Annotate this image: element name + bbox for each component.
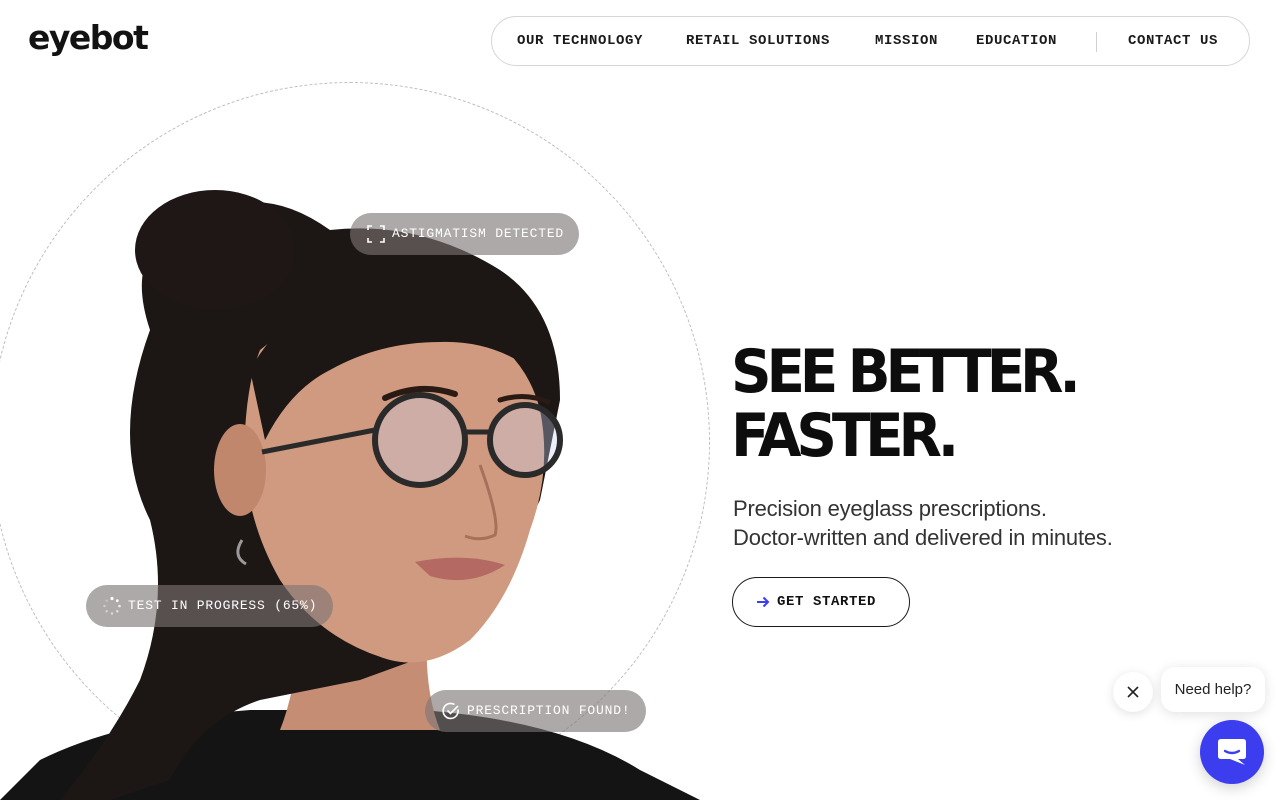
chat-close-button[interactable] bbox=[1113, 672, 1153, 712]
hero-visual: ASTIGMATISM DETECTED TEST IN PROGRESS (6… bbox=[0, 80, 720, 800]
nav-item-our-technology[interactable]: OUR TECHNOLOGY bbox=[517, 17, 643, 65]
hero-subhead: Precision eyeglass prescriptions. Doctor… bbox=[733, 494, 1113, 552]
nav-item-contact-us[interactable]: CONTACT US bbox=[1128, 17, 1218, 65]
nav-item-retail-solutions[interactable]: RETAIL SOLUTIONS bbox=[686, 17, 830, 65]
headline-line-1: SEE BETTER. bbox=[731, 337, 1081, 407]
logo[interactable]: eyebot bbox=[28, 18, 149, 58]
chat-icon bbox=[1218, 739, 1246, 765]
get-started-label: GET STARTED bbox=[777, 594, 877, 610]
check-circle-icon bbox=[442, 702, 459, 720]
badge-prescription-found: PRESCRIPTION FOUND! bbox=[425, 690, 646, 732]
chat-help-bubble[interactable]: Need help? bbox=[1161, 667, 1265, 712]
arrow-right-icon bbox=[757, 596, 770, 608]
badge-test-in-progress: TEST IN PROGRESS (65%) bbox=[86, 585, 333, 627]
scan-frame-icon bbox=[367, 225, 385, 243]
nav-divider bbox=[1096, 32, 1097, 52]
nav-item-mission[interactable]: MISSION bbox=[875, 17, 938, 65]
nav-item-education[interactable]: EDUCATION bbox=[976, 17, 1057, 65]
get-started-button[interactable]: GET STARTED bbox=[732, 577, 910, 627]
badge-label: TEST IN PROGRESS (65%) bbox=[128, 598, 318, 613]
spinner-icon bbox=[103, 596, 121, 615]
hero-headline: SEE BETTER. FASTER. bbox=[731, 337, 1081, 471]
subhead-line-2: Doctor-written and delivered in minutes. bbox=[733, 525, 1113, 550]
page: eyebot OUR TECHNOLOGY RETAIL SOLUTIONS M… bbox=[0, 0, 1280, 800]
chat-launcher-button[interactable] bbox=[1200, 720, 1264, 784]
main-nav: OUR TECHNOLOGY RETAIL SOLUTIONS MISSION … bbox=[491, 16, 1250, 66]
badge-label: ASTIGMATISM DETECTED bbox=[392, 226, 565, 241]
headline-line-2: FASTER. bbox=[731, 401, 959, 471]
subhead-line-1: Precision eyeglass prescriptions. bbox=[733, 496, 1047, 521]
badge-label: PRESCRIPTION FOUND! bbox=[467, 703, 631, 718]
badge-astigmatism-detected: ASTIGMATISM DETECTED bbox=[350, 213, 579, 255]
close-icon bbox=[1127, 686, 1139, 698]
